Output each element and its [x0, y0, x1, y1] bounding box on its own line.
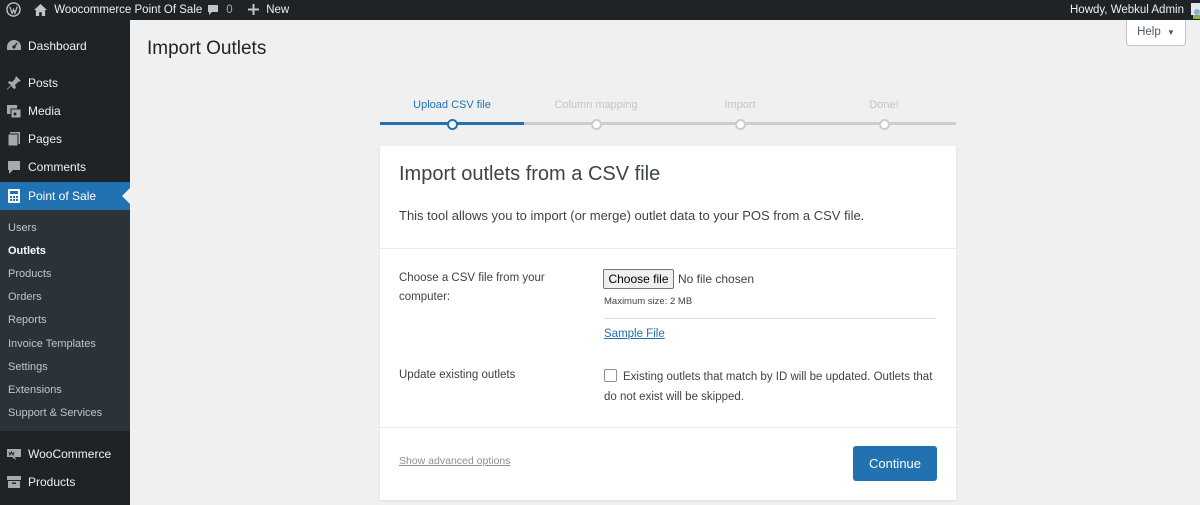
- site-home-link[interactable]: Woocommerce Point Of Sale: [34, 0, 202, 20]
- comment-icon: [208, 4, 218, 15]
- avatar: [1191, 2, 1200, 19]
- step-upload-csv: Upload CSV file: [413, 99, 491, 111]
- sidebar-item-dashboard[interactable]: Dashboard: [0, 32, 130, 60]
- sidebar-item-media[interactable]: Media: [0, 97, 130, 125]
- submenu-item-outlets[interactable]: Outlets: [8, 244, 46, 258]
- admin-bar: Woocommerce Point Of Sale 0 New Howdy, W…: [0, 0, 1200, 20]
- new-label: New: [266, 4, 290, 16]
- sidebar-item-posts[interactable]: Posts: [0, 69, 130, 97]
- card-title: Import outlets from a CSV file: [399, 163, 661, 185]
- calculator-icon: [8, 189, 20, 203]
- submenu-item-settings[interactable]: Settings: [8, 360, 48, 374]
- step-done: Done!: [869, 99, 899, 111]
- pin-icon: [7, 76, 21, 90]
- sidebar-item-woocommerce[interactable]: WooCommerce: [0, 440, 130, 468]
- sidebar-item-point-of-sale[interactable]: Point of Sale: [0, 182, 130, 210]
- comments-link[interactable]: 0: [207, 0, 233, 20]
- greeting: Howdy, Webkul Admin: [1070, 4, 1184, 16]
- field-divider: [604, 318, 936, 319]
- submenu-item-users[interactable]: Users: [8, 221, 37, 235]
- submenu-item-support-services[interactable]: Support & Services: [8, 406, 102, 420]
- archive-icon: [7, 476, 21, 488]
- comments-count: 0: [226, 4, 233, 16]
- card-divider-bottom: [380, 427, 956, 428]
- file-field-label: Choose a CSV file from your computer:: [399, 272, 545, 303]
- sidebar-item-products[interactable]: Products: [0, 468, 130, 496]
- sidebar-item-pages[interactable]: Pages: [0, 125, 130, 153]
- submenu-item-products[interactable]: Products: [8, 267, 51, 281]
- comment-icon: [8, 161, 20, 174]
- dashboard-icon: [7, 40, 21, 50]
- woo-icon: [7, 449, 21, 460]
- pages-icon: [7, 132, 20, 147]
- file-status: No file chosen: [678, 272, 755, 286]
- show-advanced-options-link[interactable]: Show advanced options: [399, 455, 511, 467]
- account-menu[interactable]: Howdy, Webkul Admin: [1070, 0, 1200, 20]
- sample-file-link[interactable]: Sample File: [604, 328, 665, 340]
- new-content-link[interactable]: New: [248, 0, 289, 20]
- media-icon: [7, 105, 22, 119]
- card-divider-top: [380, 248, 956, 249]
- step-import: Import: [724, 99, 756, 111]
- page-title: Import Outlets: [147, 38, 267, 59]
- update-existing-checkbox[interactable]: [604, 369, 617, 382]
- wordpress-logo-icon[interactable]: [6, 0, 21, 20]
- admin-sidebar: Dashboard Posts Media Pages Comments Poi…: [0, 20, 130, 505]
- plus-icon: [248, 4, 259, 16]
- card-description: This tool allows you to import (or merge…: [399, 208, 865, 223]
- step-marker-2: [591, 119, 602, 130]
- step-column-mapping: Column mapping: [554, 99, 638, 111]
- caret-down-icon: ▼: [1166, 28, 1175, 37]
- continue-button[interactable]: Continue: [853, 446, 937, 481]
- step-marker-4: [879, 119, 890, 130]
- update-field-label: Update existing outlets: [399, 369, 516, 381]
- submenu-item-invoice-templates[interactable]: Invoice Templates: [8, 337, 96, 351]
- point-of-sale-submenu: Users Outlets Products Orders Reports In…: [0, 210, 130, 431]
- step-marker-1: [447, 119, 458, 130]
- submenu-item-extensions[interactable]: Extensions: [8, 383, 62, 397]
- sidebar-item-comments[interactable]: Comments: [0, 153, 130, 181]
- site-name: Woocommerce Point Of Sale: [54, 4, 203, 16]
- choose-file-button[interactable]: Choose file: [603, 269, 674, 289]
- import-card: Import outlets from a CSV file This tool…: [380, 146, 956, 500]
- home-icon: [34, 3, 47, 16]
- step-marker-3: [735, 119, 746, 130]
- update-description: Existing outlets that match by ID will b…: [604, 371, 933, 403]
- submenu-item-orders[interactable]: Orders: [8, 290, 42, 304]
- help-button[interactable]: Help ▼: [1126, 20, 1186, 46]
- max-size-note: Maximum size: 2 MB: [604, 296, 693, 307]
- submenu-item-reports[interactable]: Reports: [8, 313, 47, 327]
